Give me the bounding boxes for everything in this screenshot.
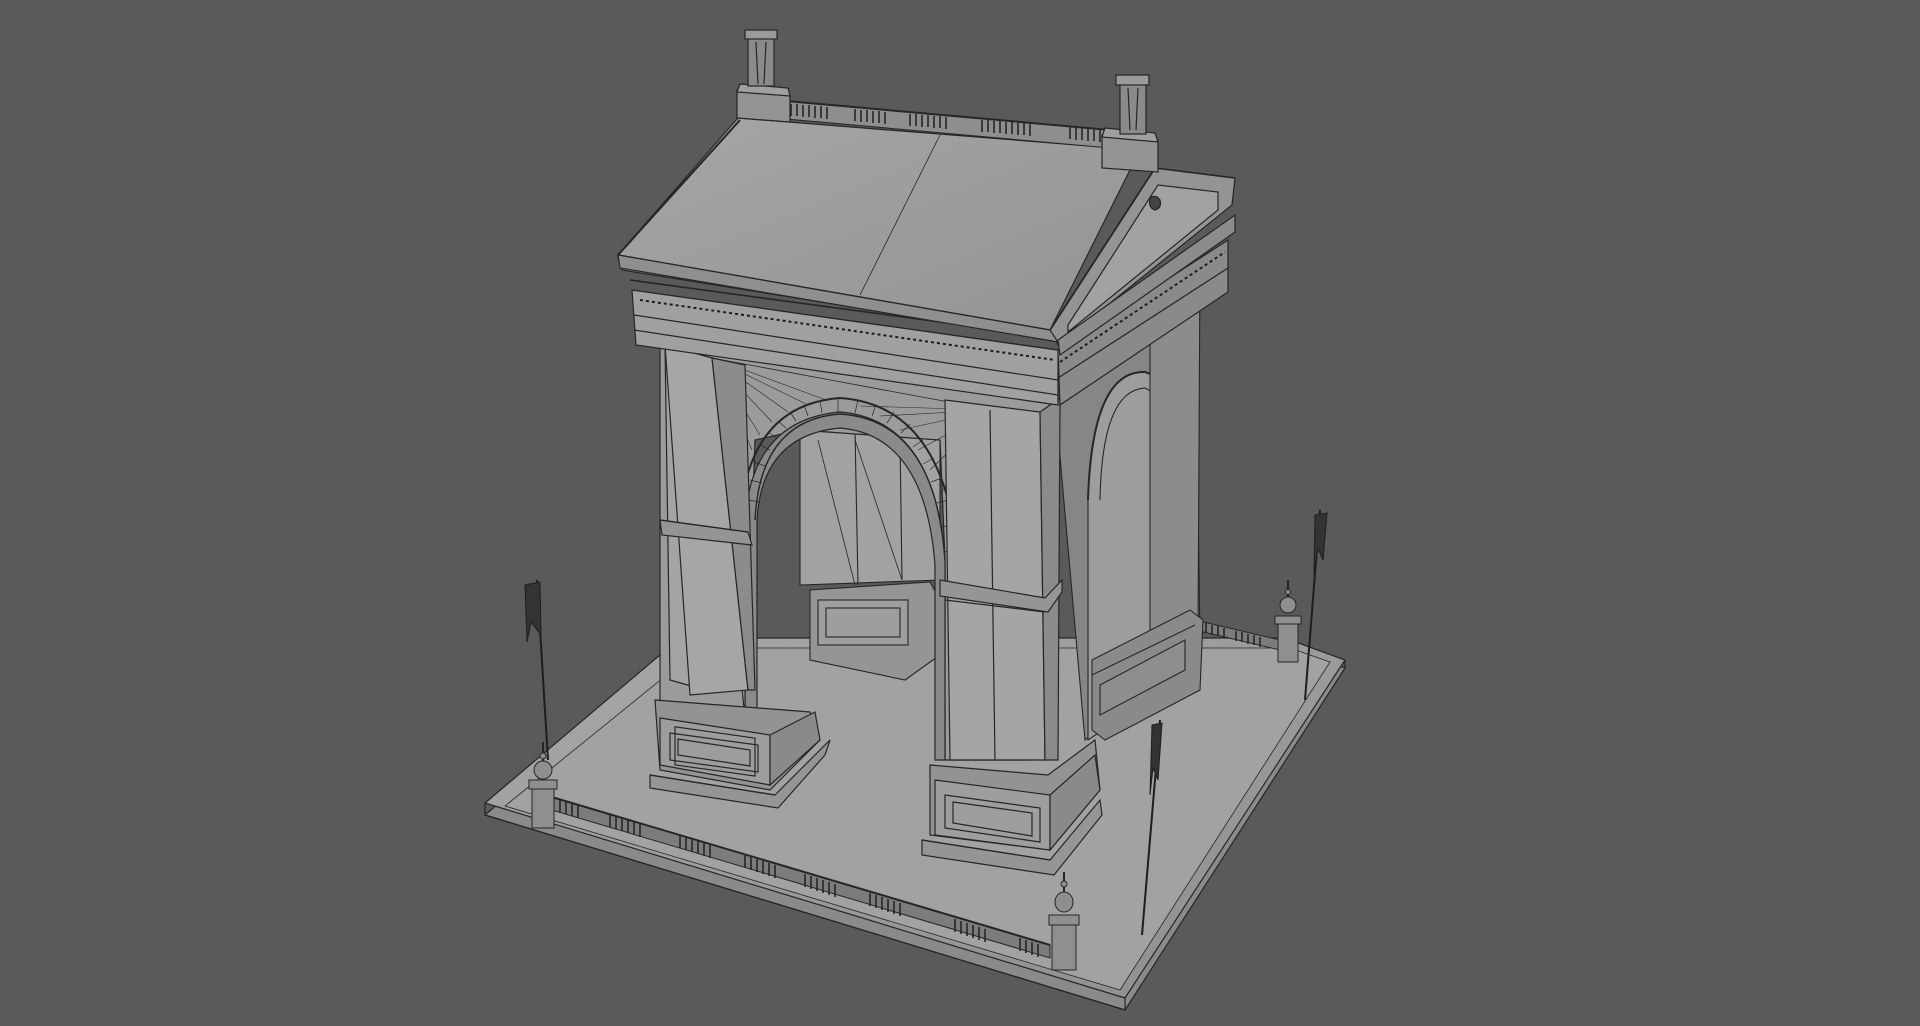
arch-model-render xyxy=(483,29,1346,1011)
roof-lantern-right xyxy=(1101,74,1159,173)
roof-lantern-left xyxy=(736,29,791,123)
corner-post-back-right xyxy=(1274,580,1302,663)
3d-viewport[interactable] xyxy=(0,0,1920,1026)
flag-left xyxy=(524,579,549,761)
